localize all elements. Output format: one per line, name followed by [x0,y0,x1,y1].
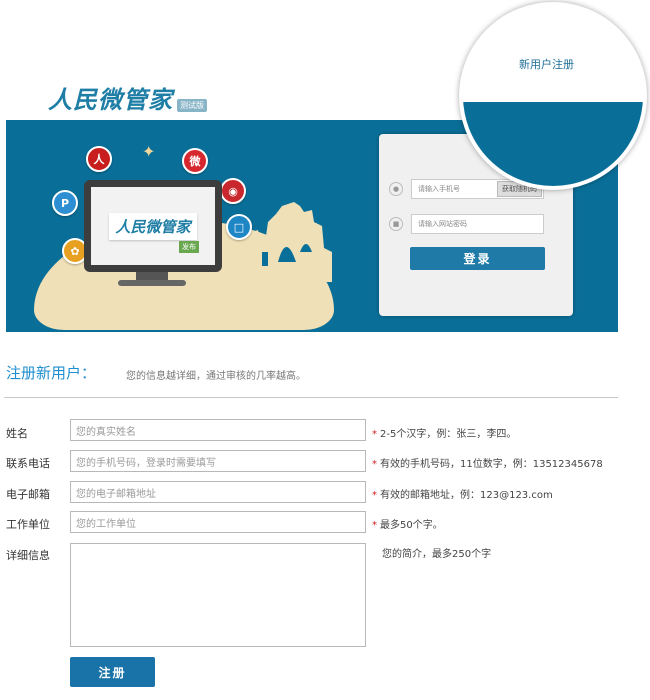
email-hint: * 有效的邮箱地址，例：123@123.com [372,486,553,501]
name-label: 姓名 [6,427,28,440]
beta-badge: 测试版 [177,99,207,112]
email-field[interactable]: 您的电子邮箱地址 [70,481,366,503]
register-submit-button[interactable]: 注册 [70,657,155,687]
phone-field[interactable]: 您的手机号码，登录时需要填写 [70,450,366,472]
phone-placeholder: 请输入手机号 [418,185,460,193]
required-star: * [372,520,377,531]
name-hint: * 2-5个汉字，例：张三，李四。 [372,425,516,440]
camera-icon: ◉ [220,178,246,204]
email-placeholder: 您的电子邮箱地址 [76,488,156,500]
user-icon: ● [389,182,403,196]
new-user-register-link[interactable]: 新用户注册 [519,56,574,72]
login-button[interactable]: 登录 [410,247,545,270]
divider [4,397,618,398]
sparkle-icon: ✦ [142,142,156,161]
register-title: 注册新用户： [6,364,97,382]
logo-text: 人民微管家 [48,85,173,114]
magnifier-banner-slice [463,102,643,186]
password-input[interactable]: 请输入网站密码 [411,214,544,234]
monitor-illustration: 人民微管家 发布 [84,180,222,272]
email-label: 电子邮箱 [6,488,50,501]
magnifier-callout: 新用户注册 [459,2,647,190]
phone-hint: * 有效的手机号码，11位数字，例：13512345678 [372,455,603,470]
publish-tag: 发布 [179,241,199,253]
registration-page: 人民微管家 测试版 ✦ ✦ 人 微 P ◉ □ ✿ 人民微管家 发布 [0,0,650,700]
name-input[interactable]: 您的真实姓名 [70,419,366,441]
lock-icon: ■ [389,217,403,231]
weibo-icon: 微 [182,148,208,174]
details-textarea[interactable] [70,543,366,647]
name-hint-text: 2-5个汉字，例：张三，李四。 [380,429,517,440]
work-unit-hint: * 最多50个字。 [372,516,443,531]
phone-label: 联系电话 [6,457,50,470]
work-unit-placeholder: 您的工作单位 [76,518,136,530]
app-square-icon: □ [226,214,252,240]
details-hint: 您的简介，最多250个字 [382,549,492,560]
monitor-logo: 人民微管家 [109,212,197,240]
phone-hint-text: 有效的手机号码，11位数字，例：13512345678 [380,459,603,470]
password-row: ■ 请输入网站密码 [389,214,544,234]
required-star: * [372,490,377,501]
password-placeholder: 请输入网站密码 [418,220,467,228]
phone-field-placeholder: 您的手机号码，登录时需要填写 [76,457,216,469]
name-placeholder: 您的真实姓名 [76,426,136,438]
people-daily-icon: 人 [86,146,112,172]
required-star: * [372,459,377,470]
work-unit-label: 工作单位 [6,518,50,531]
pin-icon: P [52,190,78,216]
ruins-illustration [242,202,332,282]
email-hint-text: 有效的邮箱地址，例：123@123.com [380,490,553,501]
work-unit-hint-text: 最多50个字。 [380,520,443,531]
work-unit-field[interactable]: 您的工作单位 [70,511,366,533]
monitor-screen: 人民微管家 发布 [91,187,215,265]
register-description: 您的信息越详细，通过审核的几率越高。 [126,371,306,382]
site-logo[interactable]: 人民微管家 测试版 [48,80,207,115]
monitor-base [118,280,186,286]
required-star: * [372,429,377,440]
details-label: 详细信息 [6,549,50,562]
